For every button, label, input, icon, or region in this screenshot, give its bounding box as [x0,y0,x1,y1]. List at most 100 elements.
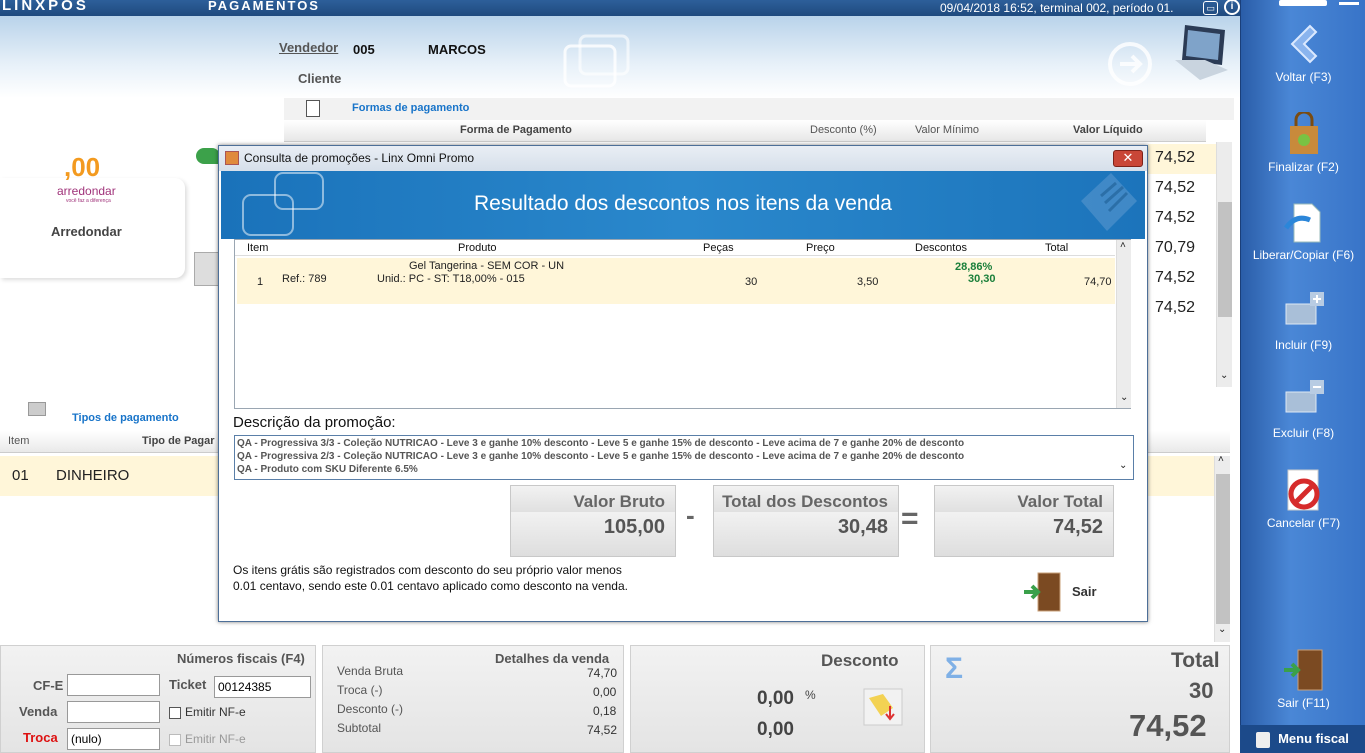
arredondar-brand: arredondar [57,184,116,198]
row-desc-value: 30,30 [968,273,996,285]
desconto-title: Desconto [821,651,899,670]
liberar-button[interactable]: Liberar/Copiar (F6) [1241,200,1365,262]
desconto-detail-value: 0,18 [593,704,617,718]
vendedor-label[interactable]: Vendedor [279,40,338,55]
itens-row[interactable]: 1 Ref.: 789 Gel Tangerina - SEM COR - UN… [237,258,1115,304]
menu-fiscal-button[interactable]: Menu fiscal [1240,725,1365,753]
window-control-icon[interactable] [1339,2,1359,5]
total-descontos-label: Total dos Descontos [714,486,898,512]
arredondar-card[interactable]: ,00 arredondar você faz a diferença Arre… [0,152,185,278]
checkbox[interactable] [169,706,181,719]
tipos-scrollbar[interactable]: ˄ ⌄ [1214,454,1230,642]
valor-bruto-value: 105,00 [603,516,665,538]
dialog-titlebar[interactable]: Consulta de promoções - Linx Omni Promo … [219,146,1147,171]
dialog-title: Consulta de promoções - Linx Omni Promo [244,151,475,165]
row-item: 1 [257,276,264,288]
venda-bruta-label: Venda Bruta [337,664,404,678]
percent-sign: % [805,688,816,702]
valor-liquido: 74,52 [1155,179,1196,196]
cliente-label[interactable]: Cliente [298,71,341,86]
close-button[interactable]: ✕ [1113,150,1143,167]
row-pecas: 30 [745,276,758,288]
voltar-button[interactable]: Voltar (F3) [1241,22,1365,84]
vendedor-name: MARCOS [428,42,486,57]
col-descontos: Descontos [915,242,967,254]
sigma-icon: Σ [945,652,964,685]
equals-sign: = [901,502,919,535]
finalizar-button[interactable]: Finalizar (F2) [1241,112,1365,174]
discount-tag-icon[interactable] [863,688,903,726]
search-icon[interactable] [194,252,220,286]
scroll-up-icon[interactable]: ˄ [1218,454,1224,465]
col-minimo: Valor Mínimo [915,124,979,136]
valor-bruto-box: Valor Bruto 105,00 [510,485,676,557]
sair-button[interactable]: Sair (F11) [1241,648,1365,710]
status-text: 09/04/2018 16:52, terminal 002, período … [940,1,1174,15]
ticket-input[interactable] [214,676,311,698]
scroll-thumb[interactable] [1216,474,1230,624]
arredondar-label[interactable]: Arredondar [51,224,122,239]
dialog-sair-button[interactable]: Sair [1022,572,1112,612]
page-title: PAGAMENTOS [208,0,320,13]
sidebar: Voltar (F3) Finalizar (F2) Liberar/Copia… [1240,0,1365,753]
fiscais-title[interactable]: Números fiscais (F4) [177,651,305,666]
scroll-down-icon[interactable]: ⌄ [1220,370,1228,381]
venda-label: Venda [19,704,58,719]
excluir-button[interactable]: Excluir (F8) [1241,378,1365,440]
row-detalhe: 015 - Unid.: PC - ST: T18,00% [377,273,525,285]
ticket-label: Ticket [169,677,207,692]
shopping-bag-icon [1289,112,1318,154]
formas-scrollbar[interactable]: ⌄ [1216,142,1232,387]
col-produto: Produto [458,242,497,254]
card-icon [28,402,46,416]
emitir-nfe-checkbox[interactable]: Emitir NF-e [169,705,246,719]
venda-bruta-value: 74,70 [587,666,618,680]
leaf-icon [196,148,220,164]
subtotal-value: 74,52 [587,723,618,737]
exit-door-icon [1024,572,1061,612]
minimize-icon[interactable] [1279,0,1327,6]
valor-liquido: 74,52 [1155,269,1196,286]
cancelar-button[interactable]: Cancelar (F7) [1241,468,1365,530]
formas-values: 74,52 74,52 74,52 70,79 74,52 74,52 [1148,142,1216,322]
printer-icon [1256,731,1271,748]
scroll-down-icon[interactable]: ⌄ [1119,460,1127,471]
add-card-icon [1285,292,1324,325]
valor-liquido: 74,52 [1155,149,1196,166]
valor-total-value: 74,52 [1052,516,1103,538]
troca-detail-label: Troca (-) [337,683,383,697]
incluir-button[interactable]: Incluir (F9) [1241,290,1365,352]
venda-input[interactable] [67,701,160,723]
scroll-thumb[interactable] [1218,202,1232,317]
descricao-list[interactable]: QA - Progressiva 3/3 - Coleção NUTRICAO … [234,435,1134,480]
cfe-input[interactable] [67,674,160,696]
total-descontos-box: Total dos Descontos 30,48 [713,485,899,557]
scroll-down-icon[interactable]: ⌄ [1120,392,1128,403]
row-ref: Ref.: 789 [282,273,327,285]
col-item: Item [8,435,30,447]
finalizar-label: Finalizar (F2) [1268,160,1339,174]
valor-total-box: Valor Total 74,52 [934,485,1114,557]
desconto-valor[interactable]: 0,00 [757,719,794,741]
row-total: 74,70 [1084,276,1112,288]
scroll-up-icon[interactable]: ˄ [1120,240,1126,251]
chat-icon[interactable]: ▭ [1203,1,1218,15]
emitir-nfe-label: Emitir NF-e [185,732,246,746]
header-decoration [563,34,1152,88]
row-desc-percent: 28,86% [955,261,993,273]
remove-card-icon [1285,380,1324,413]
valor-bruto-label: Valor Bruto [511,486,675,512]
descricao-item: QA - Progressiva 3/3 - Coleção NUTRICAO … [237,438,965,449]
info-icon[interactable]: i [1224,0,1240,15]
numeros-fiscais-panel: Números fiscais (F4) CF-E Ticket Venda E… [0,645,316,753]
desconto-percent[interactable]: 0,00 [757,688,794,710]
row-preco: 3,50 [857,276,879,288]
scroll-down-icon[interactable]: ⌄ [1218,624,1226,635]
tipos-row-item: 01 [12,467,29,484]
valor-liquido: 74,52 [1155,299,1196,316]
checkbox [169,733,181,746]
itens-scrollbar[interactable]: ˄ ⌄ [1116,240,1131,408]
troca-input[interactable] [67,728,160,750]
nota-text: Os itens grátis são registrados com desc… [233,563,628,593]
cfe-label: CF-E [33,678,64,693]
